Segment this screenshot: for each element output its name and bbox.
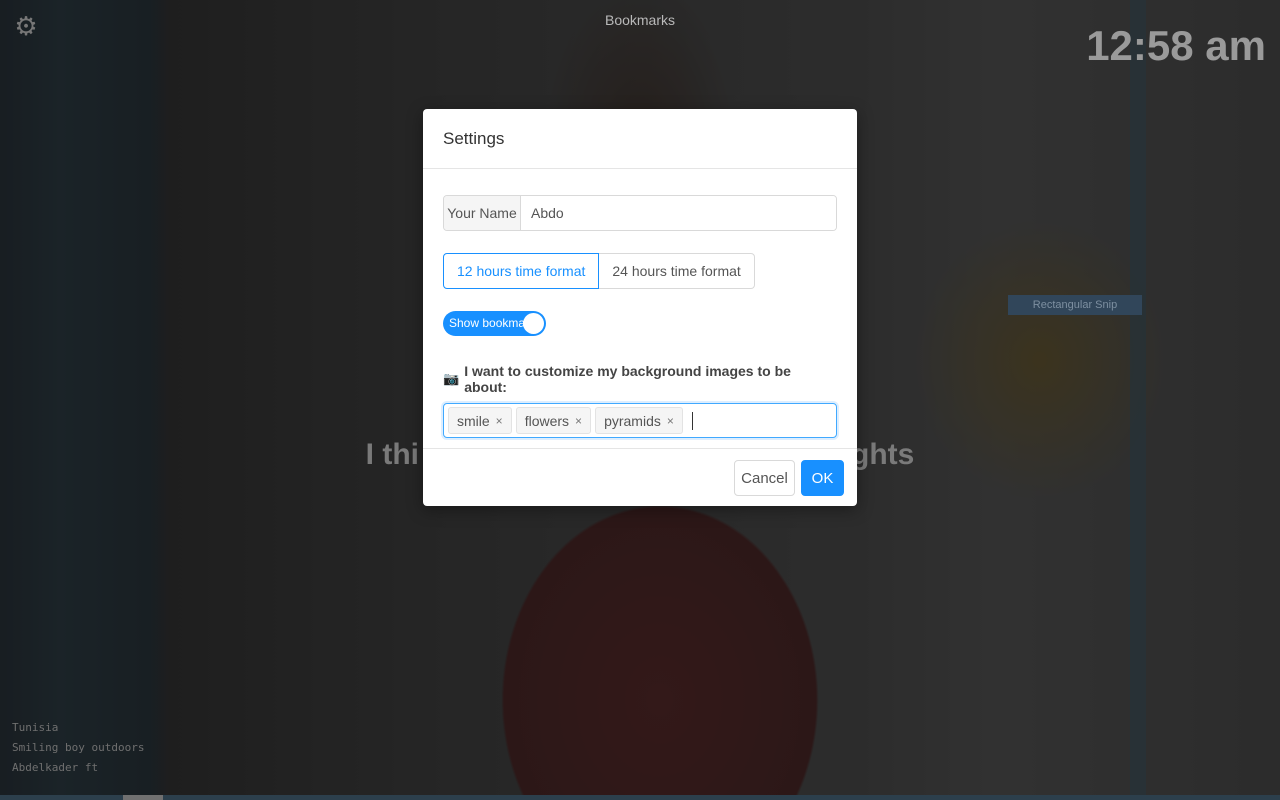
name-label: Your Name xyxy=(444,196,521,230)
settings-modal: Settings Your Name 12 hours time format … xyxy=(423,109,857,506)
modal-header: Settings xyxy=(423,109,857,169)
modal-title: Settings xyxy=(443,129,505,148)
tag-label: pyramids xyxy=(604,412,661,429)
bottom-progress-segment xyxy=(123,795,163,800)
rectangular-snip-label: Rectangular Snip xyxy=(1008,295,1142,315)
quote-left: I thi xyxy=(365,438,419,471)
bottom-progress-bar xyxy=(0,795,1280,800)
text-caret xyxy=(691,411,693,430)
time-format-group: 12 hours time format 24 hours time forma… xyxy=(443,253,837,289)
toggle-knob xyxy=(523,313,544,334)
modal-body: Your Name 12 hours time format 24 hours … xyxy=(423,169,857,438)
show-bookmarks-toggle[interactable]: Show bookmarks xyxy=(443,311,546,336)
photo-credits: Tunisia Smiling boy outdoors Abdelkader … xyxy=(12,718,144,778)
remove-tag-icon[interactable]: × xyxy=(667,414,674,428)
tag-item: pyramids × xyxy=(595,407,683,434)
credit-description: Smiling boy outdoors xyxy=(12,741,145,754)
cancel-button[interactable]: Cancel xyxy=(734,460,795,496)
name-input-group: Your Name xyxy=(443,195,837,231)
modal-footer: Cancel OK xyxy=(423,448,857,506)
credit-author[interactable]: Abdelkader ft xyxy=(12,758,144,778)
tag-item: smile × xyxy=(448,407,512,434)
tag-item: flowers × xyxy=(515,407,592,434)
remove-tag-icon[interactable]: × xyxy=(575,414,582,428)
topics-tag-input[interactable]: smile × flowers × pyramids × xyxy=(443,403,837,438)
customize-label-text: I want to customize my background images… xyxy=(464,363,791,395)
ok-button[interactable]: OK xyxy=(801,460,844,496)
tag-label: flowers xyxy=(524,412,570,429)
credit-location: Tunisia xyxy=(12,721,59,734)
tag-label: smile xyxy=(457,412,490,429)
customize-label: 📷 I want to customize my background imag… xyxy=(443,363,837,395)
remove-tag-icon[interactable]: × xyxy=(496,414,503,428)
quote-right: ghts xyxy=(851,438,915,471)
camera-icon: 📷 xyxy=(443,371,460,386)
time-format-12h[interactable]: 12 hours time format xyxy=(443,253,600,289)
name-input[interactable] xyxy=(521,196,836,230)
time-format-24h[interactable]: 24 hours time format xyxy=(599,253,755,289)
clock: 12:58 am xyxy=(1086,22,1266,69)
